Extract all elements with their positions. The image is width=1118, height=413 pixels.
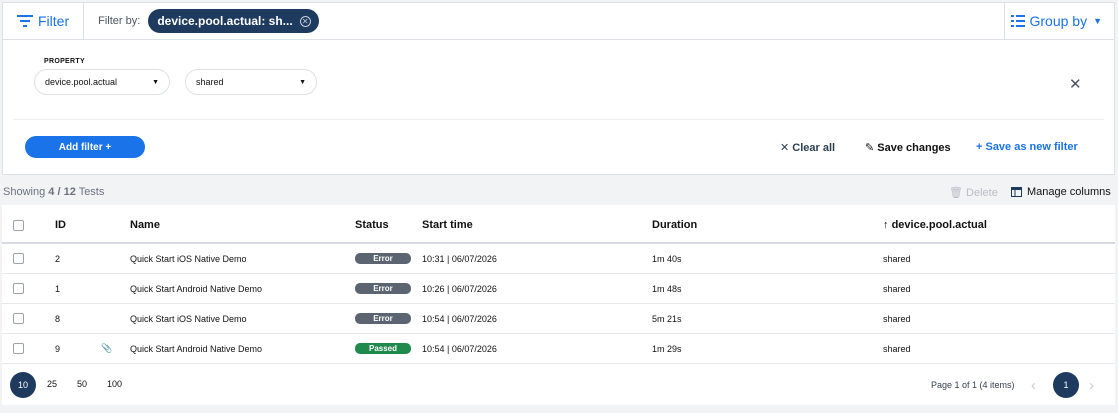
close-icon: ✕ <box>780 142 790 154</box>
filter-by-label: Filter by: <box>98 15 141 27</box>
clear-all-button[interactable]: ✕ Clear all <box>780 141 835 154</box>
delete-button[interactable]: 🗑 Delete <box>949 186 998 199</box>
table-header: ID Name Status Start time Duration ↑ dev… <box>2 205 1115 244</box>
status-badge: Error <box>355 253 411 264</box>
row-checkbox[interactable] <box>13 343 24 354</box>
cell-id: 1 <box>55 284 61 294</box>
filter-panel: PROPERTY device.pool.actual ▼ shared ▼ ✕… <box>2 40 1115 175</box>
select-all-checkbox[interactable] <box>13 220 24 231</box>
group-by-button[interactable]: Group by ▼ <box>1004 3 1114 39</box>
save-changes-label: Save changes <box>877 142 951 154</box>
cell-duration: 1m 29s <box>652 344 682 354</box>
cell-pool: shared <box>883 344 911 354</box>
save-changes-button[interactable]: ✎ Save changes <box>865 141 951 154</box>
group-by-label: Group by <box>1029 13 1088 29</box>
edit-icon: ✎ <box>865 142 875 154</box>
page-size-100[interactable]: 100 <box>107 379 122 389</box>
page-size-25[interactable]: 25 <box>47 379 57 389</box>
status-badge: Error <box>355 313 411 324</box>
cell-duration: 1m 48s <box>652 284 682 294</box>
property-select-value: device.pool.actual <box>45 77 118 87</box>
value-select-value: shared <box>196 77 224 87</box>
manage-columns-label: Manage columns <box>1027 186 1111 198</box>
filter-button-label: Filter <box>38 13 70 29</box>
cell-start-time: 10:26 | 06/07/2026 <box>422 284 497 294</box>
caret-down-icon: ▼ <box>1093 16 1102 26</box>
cell-id: 8 <box>55 314 61 324</box>
trash-icon: 🗑 <box>949 187 963 199</box>
page-info: Page 1 of 1 (4 items) <box>931 380 1015 390</box>
cell-id: 2 <box>55 254 61 264</box>
table-row[interactable]: 1 Quick Start Android Native Demo Error … <box>2 274 1115 304</box>
results-summary: Showing 4 / 12 Tests <box>3 186 104 198</box>
status-badge: Passed <box>355 343 411 354</box>
page-button-current[interactable]: 1 <box>1053 372 1079 398</box>
cell-pool: shared <box>883 314 911 324</box>
row-checkbox[interactable] <box>13 313 24 324</box>
cell-name[interactable]: Quick Start Android Native Demo <box>130 284 262 294</box>
filter-button[interactable]: Filter <box>3 3 85 39</box>
column-header-status[interactable]: Status <box>355 219 389 231</box>
sort-ascending-icon: ↑ <box>883 219 889 231</box>
remove-filter-row-icon[interactable]: ✕ <box>1069 75 1082 93</box>
column-header-start-time[interactable]: Start time <box>422 219 473 231</box>
row-checkbox[interactable] <box>13 283 24 294</box>
active-filter-chip[interactable]: device.pool.actual: sh... ✕ <box>148 9 319 33</box>
cell-start-time: 10:54 | 06/07/2026 <box>422 344 497 354</box>
showing-suffix: Tests <box>78 186 105 198</box>
page-size-10[interactable]: 10 <box>10 372 36 398</box>
showing-prefix: Showing <box>3 186 46 198</box>
caret-down-icon: ▼ <box>299 78 306 86</box>
cell-name[interactable]: Quick Start Android Native Demo <box>130 344 262 354</box>
filter-chip-label: device.pool.actual: sh... <box>157 14 293 28</box>
cell-start-time: 10:54 | 06/07/2026 <box>422 314 497 324</box>
table-row[interactable]: 2 Quick Start iOS Native Demo Error 10:3… <box>2 244 1115 274</box>
attachment-icon[interactable]: 📎 <box>101 343 112 354</box>
property-label: PROPERTY <box>44 58 85 65</box>
save-as-new-filter-button[interactable]: + Save as new filter <box>976 141 1078 153</box>
clear-all-label: Clear all <box>792 142 836 154</box>
table-row[interactable]: 8 Quick Start iOS Native Demo Error 10:5… <box>2 304 1115 334</box>
column-header-name[interactable]: Name <box>130 219 160 231</box>
property-select[interactable]: device.pool.actual ▼ <box>34 69 170 95</box>
cell-start-time: 10:31 | 06/07/2026 <box>422 254 497 264</box>
column-header-duration[interactable]: Duration <box>652 219 697 231</box>
tests-table: ID Name Status Start time Duration ↑ dev… <box>2 205 1115 405</box>
manage-columns-button[interactable]: Manage columns <box>1011 186 1111 198</box>
table-row[interactable]: 9 📎 Quick Start Android Native Demo Pass… <box>2 334 1115 364</box>
status-badge: Error <box>355 283 411 294</box>
cell-duration: 1m 40s <box>652 254 682 264</box>
total-count: 12 <box>63 186 76 198</box>
columns-icon <box>1011 187 1022 197</box>
remove-chip-icon[interactable]: ✕ <box>299 15 311 27</box>
chevron-right-icon[interactable]: › <box>1089 377 1094 394</box>
cell-pool: shared <box>883 254 911 264</box>
pagination: 10 25 50 100 Page 1 of 1 (4 items) ‹ 1 › <box>2 365 1115 405</box>
add-filter-button[interactable]: Add filter + <box>25 136 145 158</box>
page-size-50[interactable]: 50 <box>77 379 87 389</box>
filter-lines-icon <box>17 15 33 27</box>
cell-pool: shared <box>883 284 911 294</box>
column-header-pool[interactable]: ↑ device.pool.actual <box>883 219 987 231</box>
group-list-icon <box>1011 15 1026 27</box>
column-header-id[interactable]: ID <box>55 219 66 231</box>
row-checkbox[interactable] <box>13 253 24 264</box>
filter-toolbar: Filter Filter by: device.pool.actual: sh… <box>2 2 1115 40</box>
chevron-left-icon[interactable]: ‹ <box>1031 377 1036 394</box>
pool-header-label: device.pool.actual <box>891 219 987 231</box>
cell-id: 9 <box>55 344 61 354</box>
delete-label: Delete <box>966 187 998 199</box>
caret-down-icon: ▼ <box>152 78 159 86</box>
cell-name[interactable]: Quick Start iOS Native Demo <box>130 314 247 324</box>
value-select[interactable]: shared ▼ <box>185 69 317 95</box>
cell-duration: 5m 21s <box>652 314 682 324</box>
divider <box>13 119 1104 120</box>
cell-name[interactable]: Quick Start iOS Native Demo <box>130 254 247 264</box>
